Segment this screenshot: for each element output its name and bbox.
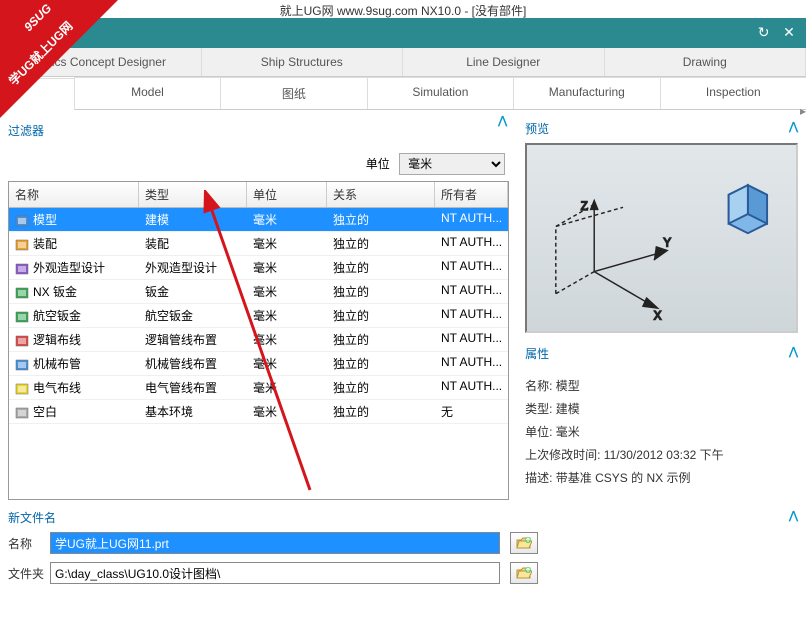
tab-inspection[interactable]: Inspection	[660, 77, 806, 109]
name-label: 名称	[8, 535, 50, 552]
restore-icon[interactable]: ↻	[755, 24, 773, 42]
props-title: 属性	[525, 345, 549, 362]
prop-modified: 上次修改时间: 11/30/2012 03:32 下午	[525, 443, 798, 466]
table-row[interactable]: NX 钣金钣金毫米独立的NT AUTH...	[9, 280, 508, 304]
svg-text:Y: Y	[663, 238, 671, 250]
prop-desc: 描述: 带基准 CSYS 的 NX 示例	[525, 466, 798, 489]
table-row[interactable]: 模型建模毫米独立的NT AUTH...	[9, 208, 508, 232]
tab-active-blank[interactable]	[0, 78, 75, 110]
filter-section-label: 过滤器	[8, 118, 509, 147]
browse-name-button[interactable]	[510, 532, 538, 554]
template-grid: 名称 类型 单位 关系 所有者 模型建模毫米独立的NT AUTH...装配装配毫…	[8, 181, 509, 500]
tab-drawing[interactable]: Drawing	[605, 48, 806, 76]
row-icon	[15, 407, 29, 419]
row-icon	[15, 311, 29, 323]
table-row[interactable]: 外观造型设计外观造型设计毫米独立的NT AUTH...	[9, 256, 508, 280]
row-icon	[15, 239, 29, 251]
table-row[interactable]: 装配装配毫米独立的NT AUTH...	[9, 232, 508, 256]
row-icon	[15, 263, 29, 275]
col-unit[interactable]: 单位	[247, 182, 327, 207]
col-relation[interactable]: 关系	[327, 182, 435, 207]
table-row[interactable]: 航空钣金航空钣金毫米独立的NT AUTH...	[9, 304, 508, 328]
tab-model[interactable]: Model	[74, 77, 221, 109]
browse-folder-button[interactable]	[510, 562, 538, 584]
row-icon	[15, 335, 29, 347]
collapse-props-icon[interactable]: ⋀	[789, 345, 798, 362]
folder-open-icon	[516, 566, 532, 580]
tab-line-designer[interactable]: Line Designer	[403, 48, 605, 76]
tab-simulation[interactable]: Simulation	[367, 77, 514, 109]
new-file-title: 新文件名	[8, 509, 56, 526]
unit-select[interactable]: 毫米	[399, 153, 505, 175]
prop-unit: 单位: 毫米	[525, 420, 798, 443]
unit-row: 单位 毫米	[8, 147, 509, 181]
row-icon	[15, 359, 29, 371]
primary-tabs: ronics Concept Designer Ship Structures …	[0, 48, 806, 77]
col-owner[interactable]: 所有者	[435, 182, 508, 207]
property-list: 名称: 模型 类型: 建模 单位: 毫米 上次修改时间: 11/30/2012 …	[525, 368, 798, 489]
close-icon[interactable]: ✕	[780, 24, 798, 42]
ribbon-bar: ↻ ✕	[0, 18, 806, 48]
collapse-footer-icon[interactable]: ⋀	[789, 509, 798, 526]
secondary-tabs: Model 图纸 Simulation Manufacturing Inspec…	[0, 77, 806, 110]
row-icon	[15, 287, 29, 299]
row-icon	[15, 383, 29, 395]
tab-ship-structures[interactable]: Ship Structures	[202, 48, 404, 76]
col-type[interactable]: 类型	[139, 182, 247, 207]
preview-box: Z X Y	[525, 143, 798, 333]
grid-header: 名称 类型 单位 关系 所有者	[9, 182, 508, 208]
filename-input[interactable]	[50, 532, 500, 554]
collapse-preview-icon[interactable]: ⋀	[789, 120, 798, 137]
preview-title: 预览	[525, 120, 549, 137]
table-row[interactable]: 空白基本环境毫米独立的无	[9, 400, 508, 424]
tab-manufacturing[interactable]: Manufacturing	[513, 77, 660, 109]
col-name[interactable]: 名称	[9, 182, 139, 207]
unit-label: 单位	[366, 157, 390, 171]
expand-right-icon[interactable]: ▸	[800, 104, 806, 118]
table-row[interactable]: 逻辑布线逻辑管线布置毫米独立的NT AUTH...	[9, 328, 508, 352]
tab-drawing2[interactable]: 图纸	[220, 77, 367, 109]
folder-open-icon	[516, 536, 532, 550]
folder-label: 文件夹	[8, 565, 50, 582]
tab-concept-designer[interactable]: ronics Concept Designer	[0, 48, 202, 76]
folder-input[interactable]	[50, 562, 500, 584]
window-title-bar: 就上UG网 www.9sug.com NX10.0 - [没有部件]	[0, 0, 806, 18]
prop-name: 名称: 模型	[525, 374, 798, 397]
prop-type: 类型: 建模	[525, 397, 798, 420]
table-row[interactable]: 机械布管机械管线布置毫米独立的NT AUTH...	[9, 352, 508, 376]
collapse-left-icon[interactable]: ⋀	[498, 114, 507, 127]
row-icon	[15, 215, 29, 227]
svg-text:X: X	[654, 311, 662, 323]
table-row[interactable]: 电气布线电气管线布置毫米独立的NT AUTH...	[9, 376, 508, 400]
